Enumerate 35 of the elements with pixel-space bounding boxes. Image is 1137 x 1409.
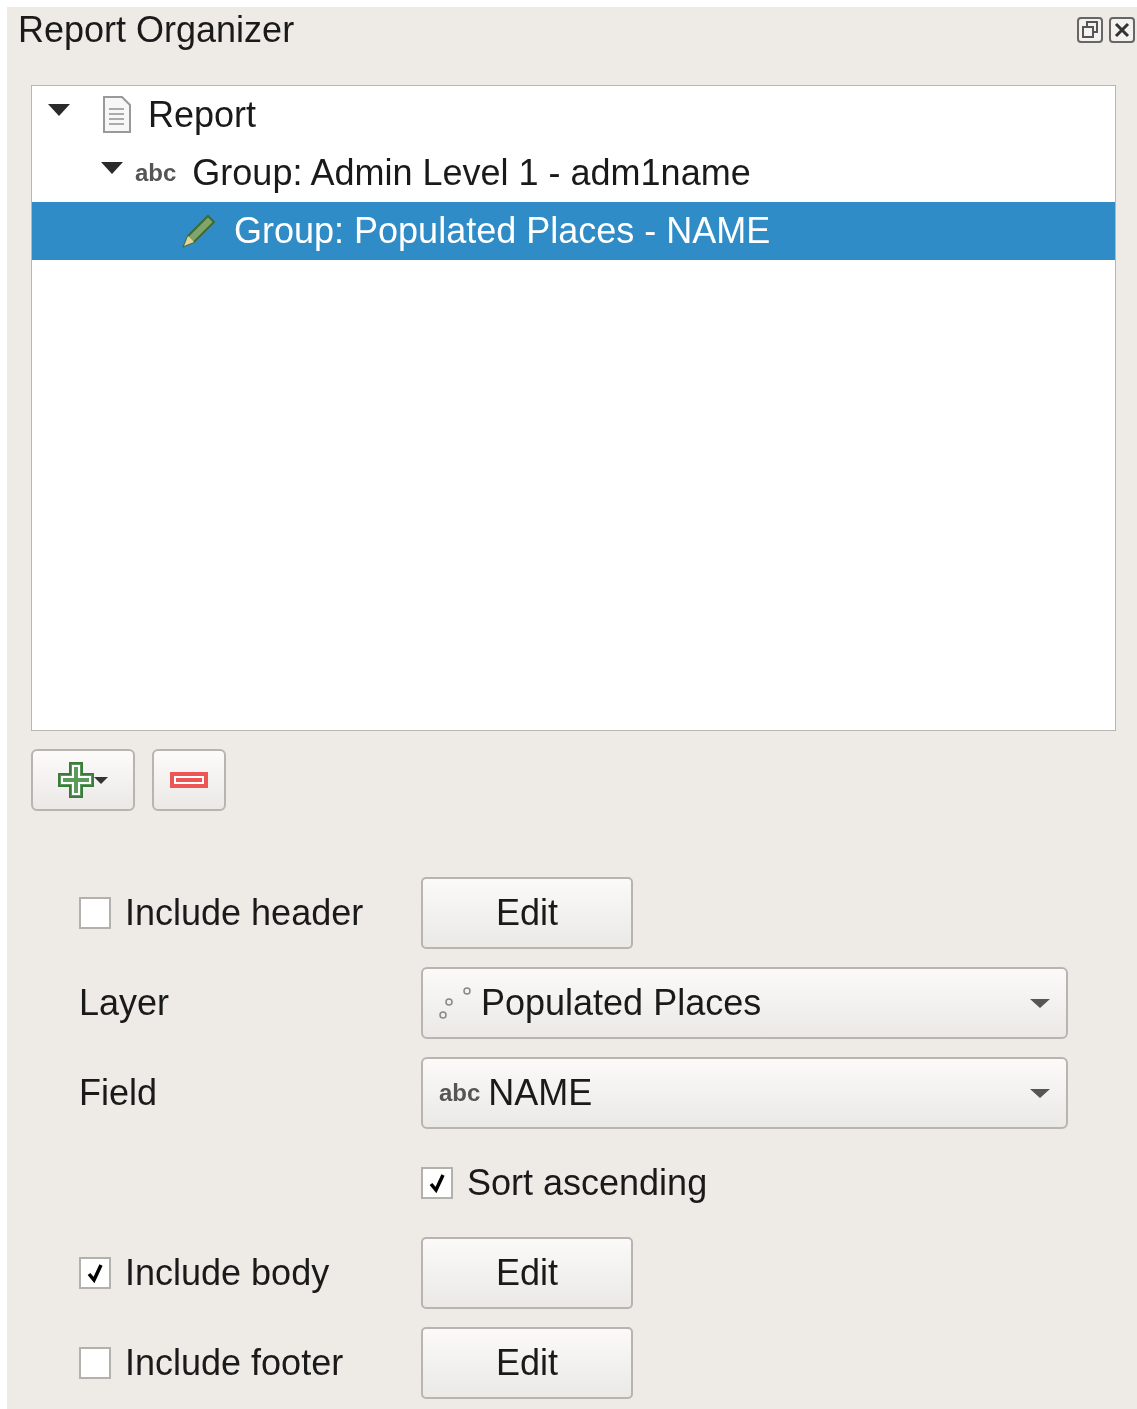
caret-icon <box>94 776 108 784</box>
panel-title: Report Organizer <box>18 9 296 51</box>
plus-icon <box>58 762 94 798</box>
edit-button[interactable]: Edit <box>421 1237 633 1309</box>
dropdown-arrow-icon <box>1030 1088 1050 1098</box>
tree-item[interactable]: Group: Populated Places - NAME <box>32 202 1115 260</box>
field-label: Field <box>79 1072 158 1114</box>
dropdown-arrow-icon <box>1030 998 1050 1008</box>
dropdown-value: NAME <box>488 1072 594 1114</box>
checkbox[interactable] <box>421 1167 453 1199</box>
add-button[interactable] <box>31 749 135 811</box>
checkbox-label: Sort ascending <box>467 1162 708 1204</box>
checkbox[interactable] <box>79 1257 111 1289</box>
dropdown[interactable]: Populated Places <box>421 967 1068 1039</box>
document-icon <box>102 96 132 134</box>
field-label: Layer <box>79 982 170 1024</box>
edit-button[interactable]: Edit <box>421 1327 633 1399</box>
edit-button[interactable]: Edit <box>421 877 633 949</box>
checkbox-label: Include body <box>125 1252 330 1294</box>
text-type-icon: abc <box>135 159 177 187</box>
point-layer-icon <box>439 985 473 1021</box>
check-icon <box>86 1263 104 1283</box>
remove-button[interactable] <box>152 749 226 811</box>
check-icon <box>428 1173 446 1193</box>
dropdown-value: Populated Places <box>481 982 763 1024</box>
tree-item[interactable]: abc Group: Admin Level 1 - adm1name <box>32 144 1115 202</box>
dropdown[interactable]: abc NAME <box>421 1057 1068 1129</box>
minus-icon <box>170 772 208 788</box>
checkbox-label: Include header <box>125 892 364 934</box>
tree-item[interactable]: Report <box>32 86 1115 144</box>
checkbox-label: Include footer <box>125 1342 344 1384</box>
checkbox[interactable] <box>79 897 111 929</box>
text-type-icon: abc <box>439 1079 481 1107</box>
float-icon <box>1077 17 1103 43</box>
checkbox[interactable] <box>79 1347 111 1379</box>
